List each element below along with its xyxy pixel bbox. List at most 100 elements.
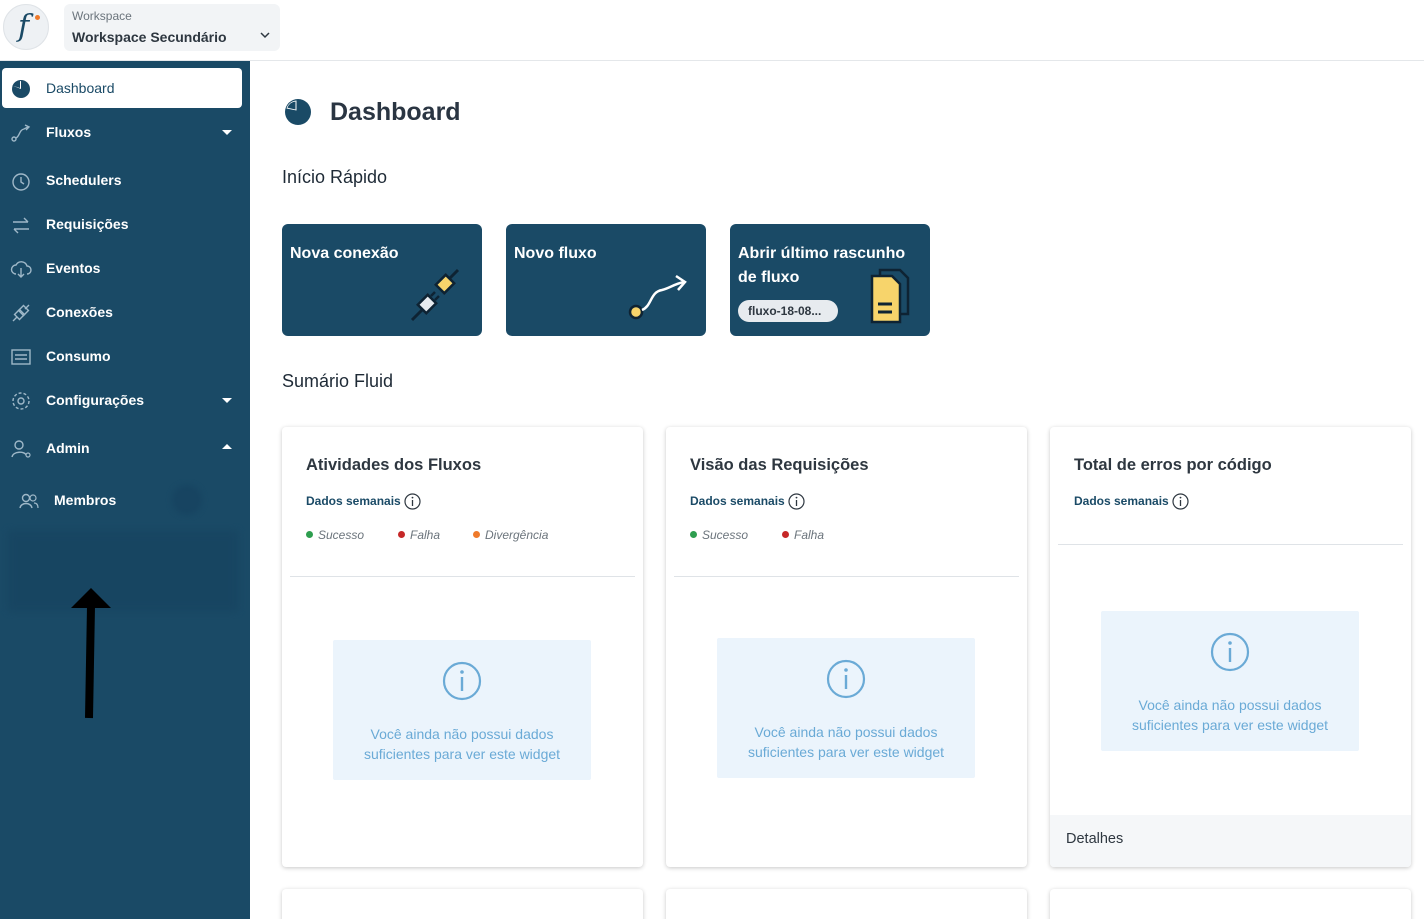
empty-state: Você ainda não possui dados suficientes p… bbox=[1101, 611, 1359, 751]
sidebar-item-configuracoes[interactable]: Configurações bbox=[0, 380, 250, 420]
empty-line-1: Você ainda não possui dados bbox=[754, 724, 938, 740]
users-icon bbox=[19, 493, 39, 509]
empty-state: Você ainda não possui dados suficientes p… bbox=[333, 640, 591, 780]
draft-name-pill[interactable]: fluxo-18-08... bbox=[738, 300, 838, 322]
legend-dot bbox=[473, 531, 480, 538]
sidebar-item-label: Conexões bbox=[46, 304, 113, 320]
caret-down-icon bbox=[222, 130, 232, 135]
sidebar-item-schedulers[interactable]: Schedulers bbox=[0, 160, 250, 200]
widget-errors-by-code: Total de erros por código Dados semanais… bbox=[1050, 427, 1411, 867]
empty-state: Você ainda não possui dados suficientes p… bbox=[717, 638, 975, 778]
blurred-region bbox=[8, 531, 238, 611]
plug-connect-icon bbox=[410, 268, 460, 322]
quick-start-title: Início Rápido bbox=[282, 167, 388, 187]
arrows-exchange-icon bbox=[13, 217, 29, 234]
info-icon[interactable] bbox=[1172, 493, 1189, 510]
empty-line-1: Você ainda não possui dados bbox=[1138, 697, 1322, 713]
legend-dot bbox=[306, 531, 313, 538]
sidebar-item-label: Requisições bbox=[46, 216, 129, 232]
caret-down-icon bbox=[222, 398, 232, 403]
annotation-arrow-icon bbox=[71, 588, 111, 719]
legend-label: Falha bbox=[410, 528, 441, 542]
empty-line-2: suficientes para ver este widget bbox=[363, 746, 561, 762]
divider bbox=[290, 576, 635, 577]
widget-footer: Detalhes bbox=[1050, 815, 1411, 867]
flow-arrow-icon bbox=[628, 274, 687, 320]
divider bbox=[674, 576, 1019, 577]
logo-dot bbox=[35, 15, 40, 20]
sidebar-item-label: Admin bbox=[46, 440, 90, 456]
sidebar-item-label: Consumo bbox=[46, 348, 111, 364]
widget-title: Visão das Requisições bbox=[690, 456, 869, 474]
widget-subtitle: Dados semanais bbox=[1074, 494, 1169, 508]
app-logo[interactable]: f bbox=[3, 4, 49, 50]
dashboard-pie-icon bbox=[285, 99, 311, 125]
sidebar-item-label: Schedulers bbox=[46, 172, 122, 188]
sidebar-item-admin[interactable]: Admin bbox=[0, 428, 250, 468]
divider bbox=[1058, 544, 1403, 545]
sidebar-item-fluxos[interactable]: Fluxos bbox=[0, 112, 250, 152]
widget-subtitle: Dados semanais bbox=[690, 494, 785, 508]
sidebar-item-membros[interactable]: Membros bbox=[0, 480, 250, 520]
empty-line-1: Você ainda não possui dados bbox=[370, 726, 554, 742]
widget-requests-overview: Visão das Requisições Dados semanais Suc… bbox=[666, 427, 1027, 867]
info-icon bbox=[826, 659, 866, 699]
legend-label: Falha bbox=[794, 528, 825, 542]
legend-item-failure: Falha bbox=[398, 528, 440, 542]
gear-icon bbox=[12, 392, 30, 410]
widget-card-partial bbox=[1050, 889, 1411, 919]
sidebar-item-requisicoes[interactable]: Requisições bbox=[0, 204, 250, 244]
sidebar-item-dashboard[interactable]: Dashboard bbox=[2, 68, 242, 108]
sidebar-item-label: Membros bbox=[54, 492, 117, 508]
sidebar-item-label: Eventos bbox=[46, 260, 101, 276]
sidebar-item-eventos[interactable]: Eventos bbox=[0, 248, 250, 288]
sidebar-item-label: Configurações bbox=[46, 392, 145, 408]
sidebar-item-label: Dashboard bbox=[46, 80, 115, 96]
empty-line-2: suficientes para ver este widget bbox=[1131, 717, 1329, 733]
summary-title: Sumário Fluid bbox=[282, 371, 394, 391]
draft-document-icon bbox=[870, 268, 910, 324]
empty-state-text: Você ainda não possui dados suficientes p… bbox=[717, 722, 975, 762]
quick-card-open-draft[interactable]: Abrir último rascunho de fluxo fluxo-18-… bbox=[730, 224, 930, 336]
widget-card-partial bbox=[666, 889, 1027, 919]
widget-flow-activities: Atividades dos Fluxos Dados semanais Suc… bbox=[282, 427, 643, 867]
widget-title: Atividades dos Fluxos bbox=[306, 456, 482, 474]
top-bar: f Workspace Workspace Secundário bbox=[0, 0, 1424, 61]
info-icon[interactable] bbox=[788, 493, 805, 510]
sidebar-item-consumo[interactable]: Consumo bbox=[0, 336, 250, 376]
widget-subtitle: Dados semanais bbox=[306, 494, 401, 508]
legend-label: Sucesso bbox=[702, 528, 749, 542]
sidebar-item-label: Fluxos bbox=[46, 124, 92, 140]
quick-card-title: Nova conexão bbox=[290, 245, 399, 262]
empty-state-text: Você ainda não possui dados suficientes p… bbox=[1101, 695, 1359, 735]
legend-item-failure: Falha bbox=[782, 528, 824, 542]
page-title: Dashboard bbox=[330, 98, 461, 126]
legend-label: Sucesso bbox=[318, 528, 365, 542]
info-icon[interactable] bbox=[404, 493, 421, 510]
legend-label: Divergência bbox=[485, 528, 549, 542]
quick-card-new-flow[interactable]: Novo fluxo bbox=[506, 224, 706, 336]
sidebar: Dashboard Fluxos Schedulers Requisições … bbox=[0, 61, 250, 919]
workspace-value: Workspace Secundário bbox=[72, 29, 227, 45]
sidebar-item-conexoes[interactable]: Conexões bbox=[0, 292, 250, 332]
empty-line-2: suficientes para ver este widget bbox=[747, 744, 945, 760]
legend-dot bbox=[398, 531, 405, 538]
details-link[interactable]: Detalhes bbox=[1066, 831, 1123, 847]
logo-letter: f bbox=[18, 9, 30, 44]
widget-title: Total de erros por código bbox=[1074, 456, 1272, 474]
list-box-icon bbox=[11, 349, 31, 365]
chevron-down-icon bbox=[260, 32, 270, 39]
quick-card-title: Novo fluxo bbox=[514, 245, 597, 262]
info-icon bbox=[442, 661, 482, 701]
clock-icon bbox=[12, 173, 30, 191]
caret-up-icon bbox=[222, 444, 232, 449]
cloud-download-icon bbox=[10, 261, 32, 278]
workspace-label: Workspace bbox=[72, 9, 132, 23]
widget-card-partial bbox=[282, 889, 643, 919]
dashboard-pie-icon bbox=[12, 80, 30, 98]
plug-icon bbox=[12, 304, 30, 322]
quick-card-new-connection[interactable]: Nova conexão bbox=[282, 224, 482, 336]
workspace-selector[interactable]: Workspace Workspace Secundário bbox=[64, 4, 280, 51]
legend-item-divergence: Divergência bbox=[473, 528, 548, 542]
user-gear-icon bbox=[11, 440, 31, 458]
